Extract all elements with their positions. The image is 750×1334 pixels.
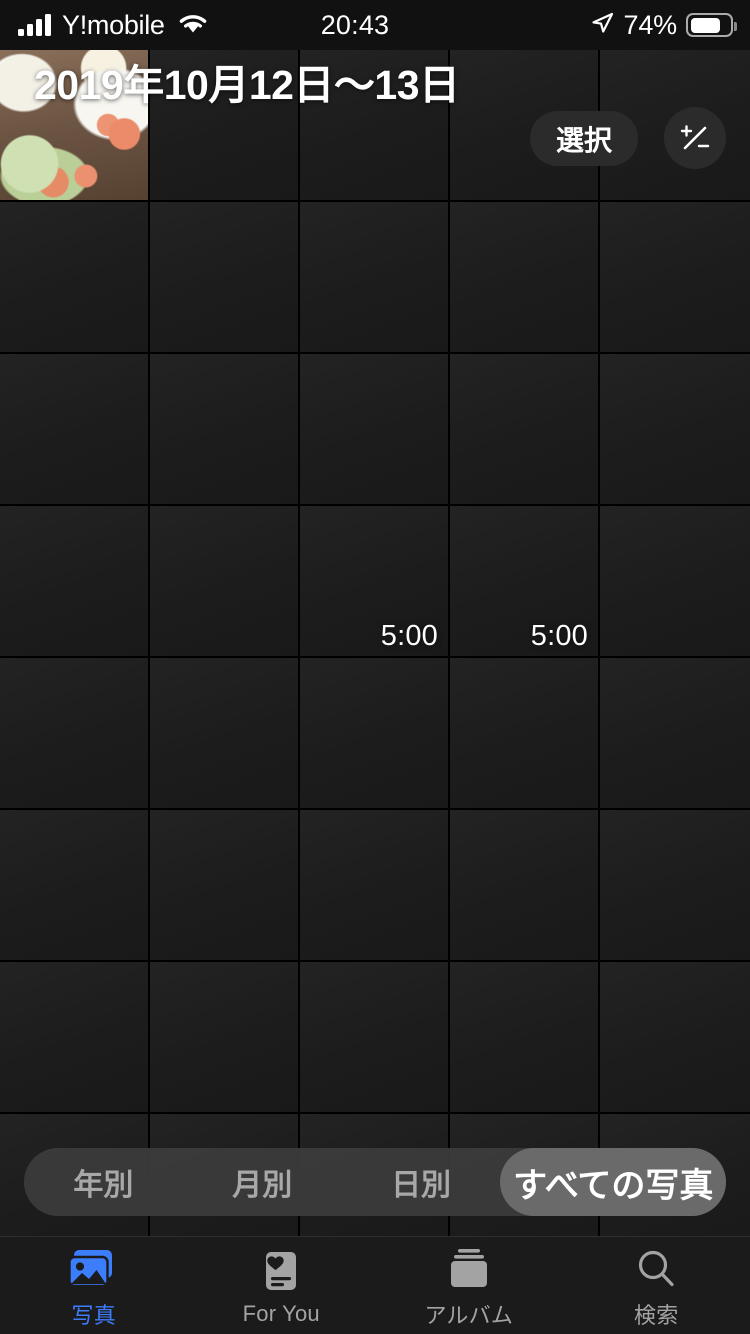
photo-grid[interactable]: 5:00 5:00 [0, 50, 750, 1264]
photo-cell-placeholder[interactable] [600, 354, 750, 504]
photo-grid-row [0, 810, 750, 960]
photos-app-screen: 5:00 5:00 Y!mobile 20:43 74% 2019年10月12日… [0, 0, 750, 1334]
photo-grid-row: 5:00 5:00 [0, 506, 750, 656]
segment-3[interactable]: すべての写真 [500, 1148, 727, 1216]
photo-cell-placeholder[interactable] [450, 658, 598, 808]
tab-アルバム[interactable]: アルバム [375, 1237, 563, 1334]
battery-percent-label: 74% [623, 9, 678, 40]
tab-検索[interactable]: 検索 [563, 1237, 750, 1334]
tab-label: For You [242, 1300, 320, 1326]
photo-grid-row [0, 354, 750, 504]
photo-grid-row [0, 658, 750, 808]
tab-label: 写真 [71, 1302, 116, 1328]
tab-label: アルバム [424, 1302, 514, 1328]
status-bar-clock: 20:43 [320, 9, 390, 40]
status-bar-left: Y!mobile [0, 10, 300, 40]
status-bar-right: 74% [450, 10, 750, 41]
video-duration-label: 5:00 [530, 620, 588, 652]
time-scope-segmented-control[interactable]: 年別 月別 日別 すべての写真 [24, 1148, 727, 1216]
photo-cell-placeholder[interactable] [450, 962, 598, 1112]
photo-cell-placeholder[interactable] [0, 202, 148, 352]
photo-cell-placeholder[interactable] [300, 962, 448, 1112]
photo-cell-placeholder[interactable] [150, 354, 298, 504]
tab-label: 検索 [634, 1302, 679, 1328]
photos-stack-icon [68, 1246, 120, 1292]
location-arrow-icon [589, 10, 615, 41]
photo-cell-placeholder[interactable] [0, 506, 148, 656]
photo-cell-placeholder[interactable] [150, 658, 298, 808]
photo-cell-placeholder[interactable] [0, 962, 148, 1112]
photo-cell-placeholder[interactable] [600, 810, 750, 960]
photo-cell-placeholder[interactable] [450, 354, 598, 504]
tab-For You[interactable]: For You [188, 1237, 376, 1334]
search-magnifier-icon [634, 1246, 678, 1292]
segment-1[interactable]: 月別 [183, 1148, 342, 1216]
carrier-label: Y!mobile [62, 9, 165, 40]
photo-cell-placeholder[interactable] [300, 202, 448, 352]
photo-grid-row [0, 962, 750, 1112]
segment-0[interactable]: 年別 [24, 1148, 183, 1216]
photo-cell-placeholder[interactable] [150, 202, 298, 352]
battery-icon [686, 13, 737, 37]
photo-cell-placeholder[interactable] [450, 202, 598, 352]
video-thumbnail[interactable]: 5:00 [450, 506, 598, 656]
cellular-signal-icon [18, 14, 51, 36]
segment-2[interactable]: 日別 [342, 1148, 501, 1216]
photo-cell-placeholder[interactable] [300, 658, 448, 808]
photo-cell-placeholder[interactable] [0, 810, 148, 960]
photo-cell-placeholder[interactable] [300, 354, 448, 504]
photo-cell-placeholder[interactable] [600, 506, 750, 656]
select-button[interactable]: 選択 [530, 111, 638, 166]
photo-cell-placeholder[interactable] [600, 202, 750, 352]
page-title: 2019年10月12日〜13日 [34, 62, 460, 108]
photo-grid-row [0, 202, 750, 352]
photo-cell-placeholder[interactable] [150, 506, 298, 656]
photo-cell-placeholder[interactable] [600, 658, 750, 808]
video-duration-label: 5:00 [380, 620, 438, 652]
tab-写真[interactable]: 写真 [0, 1237, 188, 1334]
photo-cell-placeholder[interactable] [0, 658, 148, 808]
video-thumbnail[interactable]: 5:00 [300, 506, 448, 656]
plus-minus-icon[interactable] [664, 107, 726, 169]
photo-cell-placeholder[interactable] [300, 810, 448, 960]
photo-cell-placeholder[interactable] [150, 962, 298, 1112]
photo-cell-placeholder[interactable] [0, 354, 148, 504]
albums-stack-icon [446, 1246, 492, 1292]
for-you-card-icon [260, 1249, 302, 1295]
photo-cell-placeholder[interactable] [600, 962, 750, 1112]
status-bar: Y!mobile 20:43 74% [0, 0, 750, 50]
photo-cell-placeholder[interactable] [450, 810, 598, 960]
wifi-icon [176, 10, 210, 40]
photo-cell-placeholder[interactable] [150, 810, 298, 960]
tab-bar[interactable]: 写真 For You アルバム 検索 [0, 1236, 750, 1334]
